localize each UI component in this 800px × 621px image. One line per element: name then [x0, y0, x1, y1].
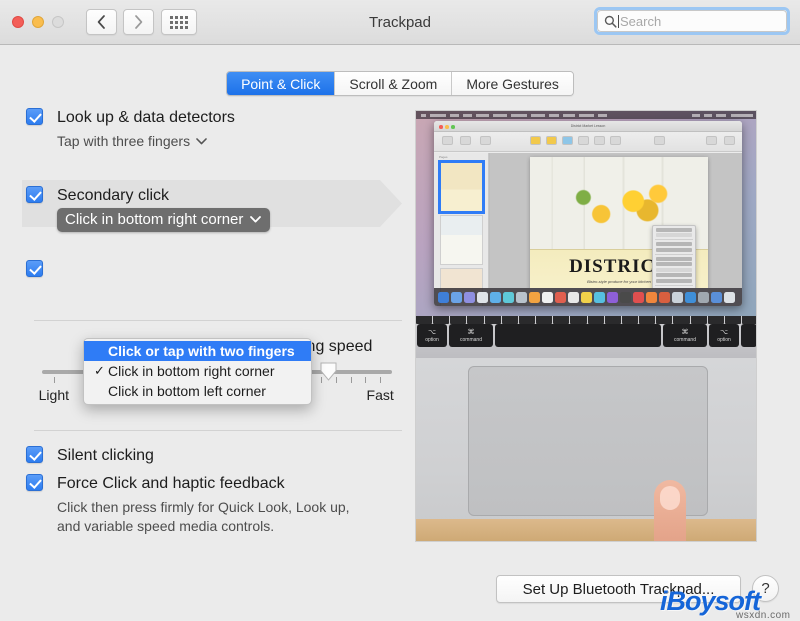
demo-key-option-left: ⌥ option	[417, 324, 447, 347]
demo-menu-bar	[416, 111, 756, 119]
text-cursor	[618, 14, 619, 28]
setting-secondary-click[interactable]: Secondary click Click in bottom right co…	[26, 186, 271, 232]
search-placeholder: Search	[620, 13, 662, 29]
demo-document-page: DISTRICT Bistro-style produce for your k…	[530, 157, 708, 288]
demo-trackpad-area	[416, 358, 756, 541]
menu-item-checkmark: ✓	[94, 363, 105, 378]
search-icon	[604, 15, 617, 28]
secondary-click-dropdown-menu[interactable]: Click or tap with two fingers ✓ Click in…	[83, 338, 312, 405]
checkbox-silent-clicking[interactable]	[26, 446, 43, 463]
demo-pages-window: District Market Lesson Pages DISTRICT Bi…	[434, 121, 742, 306]
setting-silent-clicking[interactable]: Silent clicking	[26, 446, 154, 466]
menu-item-label: Click or tap with two fingers	[108, 343, 295, 359]
demo-keyboard-top-row	[416, 316, 756, 324]
demo-desk-surface	[416, 519, 756, 541]
menu-item-click-bottom-right[interactable]: ✓ Click in bottom right corner	[84, 361, 311, 381]
setting-label-secondary-click: Secondary click	[57, 187, 170, 204]
demo-window-title: District Market Lesson	[570, 124, 606, 128]
gesture-demo-preview: District Market Lesson Pages DISTRICT Bi…	[415, 110, 757, 542]
demo-key-symbol: ⌥	[427, 329, 437, 336]
demo-key-command-left: ⌘ command	[449, 324, 493, 347]
demo-desktop-screen: District Market Lesson Pages DISTRICT Bi…	[416, 111, 756, 316]
divider-top	[34, 320, 402, 321]
demo-window-body: Pages DISTRICT Bistro-style produce for …	[434, 153, 742, 306]
demo-key-symbol: ⌘	[467, 329, 475, 336]
demo-dock	[434, 288, 742, 306]
demo-key-arrow	[741, 324, 756, 347]
menu-item-label: Click in bottom left corner	[108, 383, 266, 399]
slider-click-label-light: Light	[38, 387, 70, 403]
window-titlebar: Trackpad Search	[0, 0, 800, 45]
demo-sidebar-heading: Pages	[439, 155, 448, 159]
settings-panel: Look up & data detectors Tap with three …	[22, 108, 402, 548]
set-up-bluetooth-trackpad-button[interactable]: Set Up Bluetooth Trackpad...	[496, 575, 741, 603]
help-button[interactable]: ?	[752, 575, 779, 602]
demo-key-space	[495, 324, 661, 347]
setting-label-force-click: Force Click and haptic feedback	[57, 475, 285, 492]
demo-key-symbol: ⌘	[681, 329, 689, 336]
demo-page-thumbnail	[437, 160, 485, 214]
divider-bottom	[34, 430, 402, 431]
demo-page-subline: Bistro-style produce for your kitchen	[587, 279, 651, 284]
checkbox-tap-to-click[interactable]	[26, 260, 43, 277]
demo-key-label: command	[460, 337, 482, 343]
demo-key-label: option	[425, 337, 439, 343]
demo-key-label: command	[674, 337, 696, 343]
menu-item-click-or-tap-two-fingers[interactable]: Click or tap with two fingers	[84, 341, 311, 361]
setting-look-up-and-data-detectors[interactable]: Look up & data detectors Tap with three …	[26, 108, 235, 151]
force-click-description-line-2: and variable speed media controls.	[57, 518, 275, 534]
search-input[interactable]: Search	[597, 10, 787, 32]
chevron-down-icon	[196, 137, 207, 144]
preference-tabs: Point & Click Scroll & Zoom More Gesture…	[0, 71, 800, 96]
setting-tap-to-click[interactable]	[26, 260, 57, 277]
force-click-description-line-1: Click then press firmly for Quick Look, …	[57, 499, 350, 515]
menu-item-click-bottom-left[interactable]: Click in bottom left corner	[84, 381, 311, 401]
tab-scroll-and-zoom[interactable]: Scroll & Zoom	[335, 72, 453, 95]
demo-pages-sidebar: Pages	[434, 153, 489, 306]
slider-tracking-label-fast: Fast	[366, 387, 394, 403]
demo-key-label: option	[717, 337, 731, 343]
trackpad-preferences-window: Trackpad Search Point & Click Scroll & Z…	[0, 0, 800, 621]
demo-key-command-right: ⌘ command	[663, 324, 707, 347]
chevron-down-icon	[250, 216, 262, 223]
setting-label-look-up: Look up & data detectors	[57, 109, 235, 126]
popup-look-up-option[interactable]: Tap with three fingers	[57, 131, 235, 151]
search-field[interactable]: Search	[594, 7, 790, 35]
look-up-option-value: Tap with three fingers	[57, 133, 191, 149]
popup-secondary-click-option[interactable]: Click in bottom right corner	[57, 208, 271, 232]
demo-document-canvas: DISTRICT Bistro-style produce for your k…	[490, 153, 742, 288]
menu-item-label: Click in bottom right corner	[108, 363, 275, 379]
checkbox-force-click[interactable]	[26, 474, 43, 491]
setting-force-click[interactable]: Force Click and haptic feedback Click th…	[26, 474, 350, 536]
demo-key-symbol: ⌥	[719, 329, 729, 336]
demo-toolbar	[434, 132, 742, 152]
tab-point-and-click[interactable]: Point & Click	[227, 72, 336, 95]
demo-keyboard-bottom-row: ⌥ option ⌘ command ⌘ command ⌥ option	[416, 324, 756, 347]
demo-context-menu	[652, 225, 696, 288]
tab-more-gestures[interactable]: More Gestures	[452, 72, 573, 95]
checkbox-look-up[interactable]	[26, 108, 43, 125]
checkbox-secondary-click[interactable]	[26, 186, 43, 203]
demo-window-titlebar: District Market Lesson	[434, 121, 742, 132]
setting-label-silent-clicking: Silent clicking	[57, 447, 154, 464]
demo-fingernail	[660, 486, 680, 510]
demo-page-thumbnail	[439, 215, 483, 265]
demo-keyboard: ⌥ option ⌘ command ⌘ command ⌥ option	[416, 316, 756, 358]
watermark-domain: wsxdn.com	[736, 610, 791, 621]
demo-key-option-right: ⌥ option	[709, 324, 739, 347]
secondary-click-option-value: Click in bottom right corner	[65, 211, 244, 228]
